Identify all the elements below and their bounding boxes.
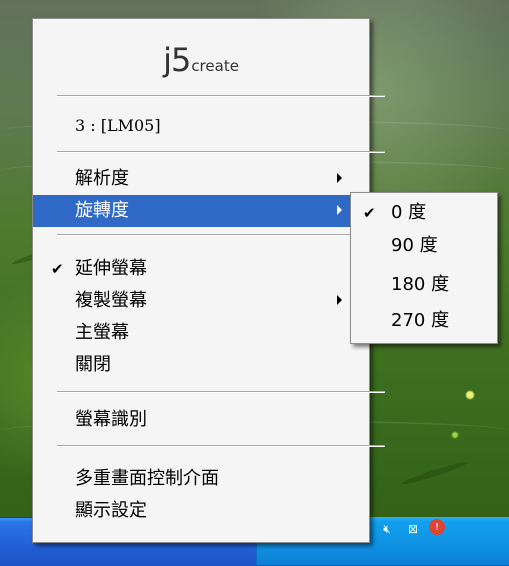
alert-icon[interactable]: !	[429, 519, 445, 535]
submenu-item-rotation-270[interactable]: 270 度	[351, 306, 497, 336]
monitor-label-text: 3 : [LM05]	[75, 116, 161, 135]
wallpaper-detail	[400, 459, 470, 487]
submenu-item-label: 180 度	[391, 274, 450, 295]
menu-separator	[57, 445, 385, 447]
menu-separator	[57, 391, 385, 393]
checkmark-icon: ✔	[51, 260, 64, 278]
menu-item-primary-display[interactable]: 主螢幕	[33, 317, 369, 349]
menu-item-label: 複製螢幕	[75, 290, 147, 311]
menu-separator	[57, 151, 385, 153]
submenu-item-label: 0 度	[391, 202, 427, 223]
tray-context-menu: j5create 3 : [LM05] 解析度 旋轉度 ✔ 延伸螢幕 複製螢幕 …	[32, 18, 385, 543]
logo-brand: j5	[163, 41, 191, 79]
menu-item-label: 旋轉度	[75, 200, 129, 221]
checkmark-icon: ✔	[363, 204, 376, 222]
menu-item-extend-display[interactable]: ✔ 延伸螢幕	[33, 253, 369, 285]
submenu-arrow-icon	[337, 205, 342, 215]
menu-item-display-settings[interactable]: 顯示設定	[33, 495, 369, 527]
menu-separator	[57, 234, 385, 236]
submenu-item-rotation-90[interactable]: 90 度	[351, 231, 497, 261]
menu-item-label: 多重畫面控制介面	[75, 468, 219, 489]
submenu-item-label: 270 度	[391, 310, 450, 331]
submenu-item-rotation-180[interactable]: 180 度	[351, 270, 497, 300]
j5create-logo: j5create	[33, 41, 369, 79]
network-disconnected-icon[interactable]: ⊠	[403, 519, 423, 539]
menu-item-multi-display-control[interactable]: 多重畫面控制介面	[33, 463, 369, 495]
menu-item-rotation[interactable]: 旋轉度	[33, 195, 369, 227]
rotation-submenu: ✔ 0 度 90 度 180 度 270 度	[350, 192, 498, 344]
submenu-arrow-icon	[337, 173, 342, 183]
logo-suffix: create	[191, 57, 239, 75]
menu-item-resolution[interactable]: 解析度	[33, 163, 369, 195]
menu-separator	[57, 95, 385, 97]
submenu-arrow-icon	[337, 295, 342, 305]
menu-item-label: 延伸螢幕	[75, 258, 147, 279]
submenu-item-rotation-0[interactable]: ✔ 0 度	[351, 198, 497, 228]
submenu-item-label: 90 度	[391, 235, 438, 256]
menu-item-label: 螢幕識別	[75, 409, 147, 430]
speaker-muted-icon[interactable]: 🔇︎	[377, 519, 397, 539]
menu-item-label: 解析度	[75, 168, 129, 189]
menu-item-label: 關閉	[75, 354, 111, 375]
menu-item-mirror-display[interactable]: 複製螢幕	[33, 285, 369, 317]
menu-item-label: 顯示設定	[75, 500, 147, 521]
menu-item-label: 主螢幕	[75, 322, 129, 343]
menu-item-off[interactable]: 關閉	[33, 349, 369, 381]
monitor-label: 3 : [LM05]	[33, 110, 369, 142]
menu-item-identify-displays[interactable]: 螢幕識別	[33, 404, 369, 436]
